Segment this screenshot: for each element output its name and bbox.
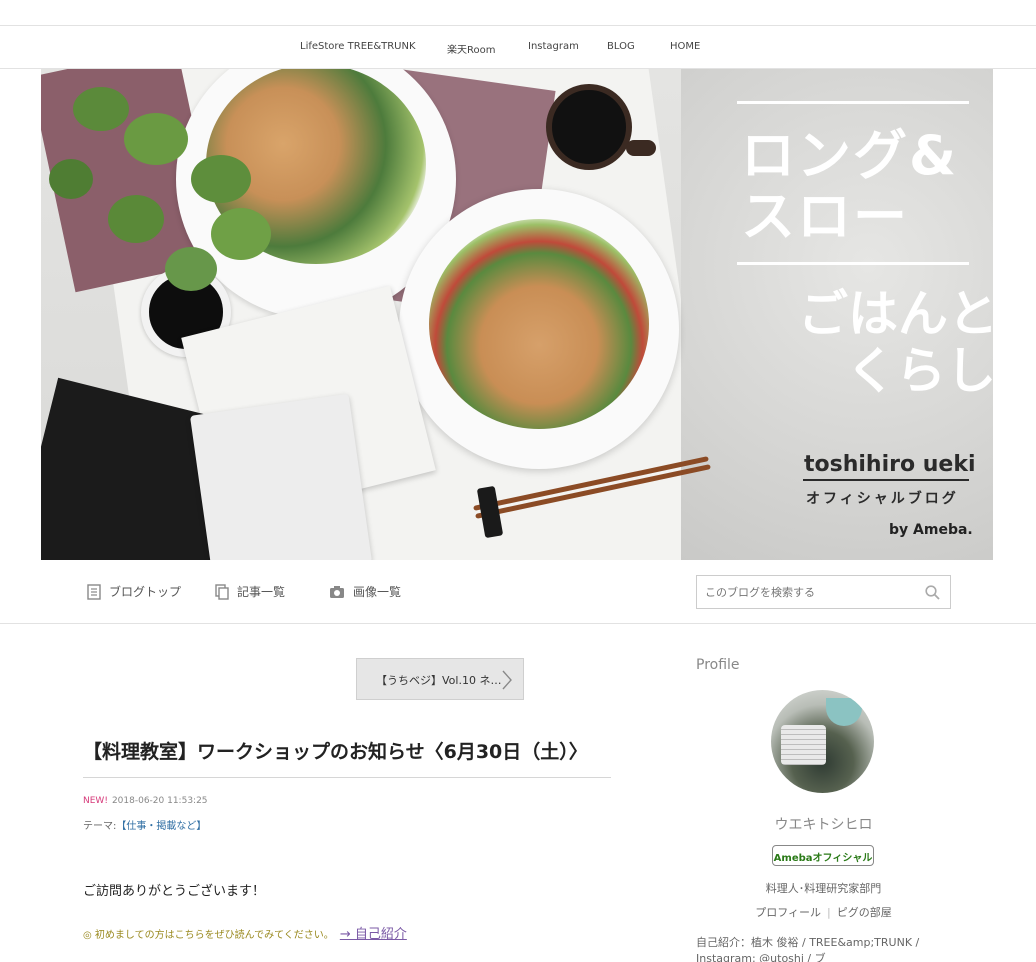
new-badge: NEW! [83,796,108,806]
copy-icon [215,583,229,600]
hero-plant-leaves [49,87,271,291]
top-navigation: LifeStore TREE&TRUNK 楽天Room Instagram BL… [0,25,1036,69]
article-meta: NEW! 2018-06-20 11:53:25 [83,796,208,806]
ameba-official-badge: Amebaオフィシャル [772,845,874,866]
blog-subnav: ブログトップ 記事一覧 画像一覧 [0,560,1036,624]
profile-name[interactable]: ウエキトシヒロ [696,814,951,834]
subnav-images-label: 画像一覧 [353,585,402,599]
hero-author: toshihiro ueki [804,452,976,477]
profile-link[interactable]: プロフィール [755,906,821,919]
hero-coffee-cup [546,84,656,170]
hero-plate [399,189,679,469]
article-intro-note: ◎ 初めましての方はこちらをぜひ読んでみてください。 → 自己紹介 [83,923,407,942]
article-title: 【料理教室】ワークショップのお知らせ〈6月30日（土）〉 [83,741,588,763]
article-datetime: 2018-06-20 11:53:25 [111,796,208,806]
profile-intro: 自己紹介：植木 俊裕 / TREE&amp;TRUNK / Instagram:… [696,936,920,962]
search-icon[interactable] [925,585,940,600]
subnav-blog-top-label: ブログトップ [109,585,182,599]
hero-banner[interactable]: ロング& スロー ごはんと くらし toshihiro ueki オフィシャルブ… [41,69,993,560]
article-greeting: ご訪問ありがとうございます！ [83,884,266,899]
blog-search-input[interactable] [705,584,915,600]
next-article-button[interactable]: 【うちベジ】Vol.10 ネ… [356,658,524,700]
document-icon [87,583,101,600]
chevron-right-icon [502,670,512,690]
nav-rakuten-room[interactable]: 楽天Room [447,41,495,56]
profile-category: 料理人･料理研究家部門 [765,882,882,895]
profile-links: プロフィール | ピグの部屋 [755,906,892,919]
intro-note-text: ◎ 初めましての方はこちらをぜひ読んでみてください。 [83,930,334,941]
hero-title-line: くらし [846,342,993,400]
hero-title-line: スロー [741,185,909,248]
nav-lifestore[interactable]: LifeStore TREE&TRUNK [300,41,416,52]
nav-home[interactable]: HOME [670,41,700,52]
pigg-room-link[interactable]: ピグの部屋 [837,906,892,919]
title-divider [83,777,611,778]
next-article-label: 【うちベジ】Vol.10 ネ… [376,674,502,687]
hero-title-rule [737,262,969,265]
article-theme: テーマ:【仕事・掲載など】 [83,817,206,832]
hero-author-rule [803,479,969,481]
subnav-blog-top[interactable]: ブログトップ [87,583,181,600]
hero-pouch [189,393,373,560]
blog-search [696,575,951,609]
theme-link[interactable]: 【仕事・掲載など】 [116,821,206,832]
profile-heading: Profile [696,657,740,673]
subnav-articles-label: 記事一覧 [237,585,286,599]
theme-prefix: テーマ: [83,821,117,832]
subnav-images[interactable]: 画像一覧 [329,583,401,600]
hero-title-rule [737,101,969,104]
hero-blog-label: オフィシャルブログ [806,491,959,507]
avatar[interactable] [771,690,874,793]
nav-blog[interactable]: BLOG [607,41,635,52]
camera-icon [330,585,344,598]
self-intro-link[interactable]: → 自己紹介 [340,927,407,942]
subnav-articles[interactable]: 記事一覧 [215,583,285,600]
nav-instagram[interactable]: Instagram [528,41,579,52]
ameba-logo: by Ameba. [889,522,973,538]
